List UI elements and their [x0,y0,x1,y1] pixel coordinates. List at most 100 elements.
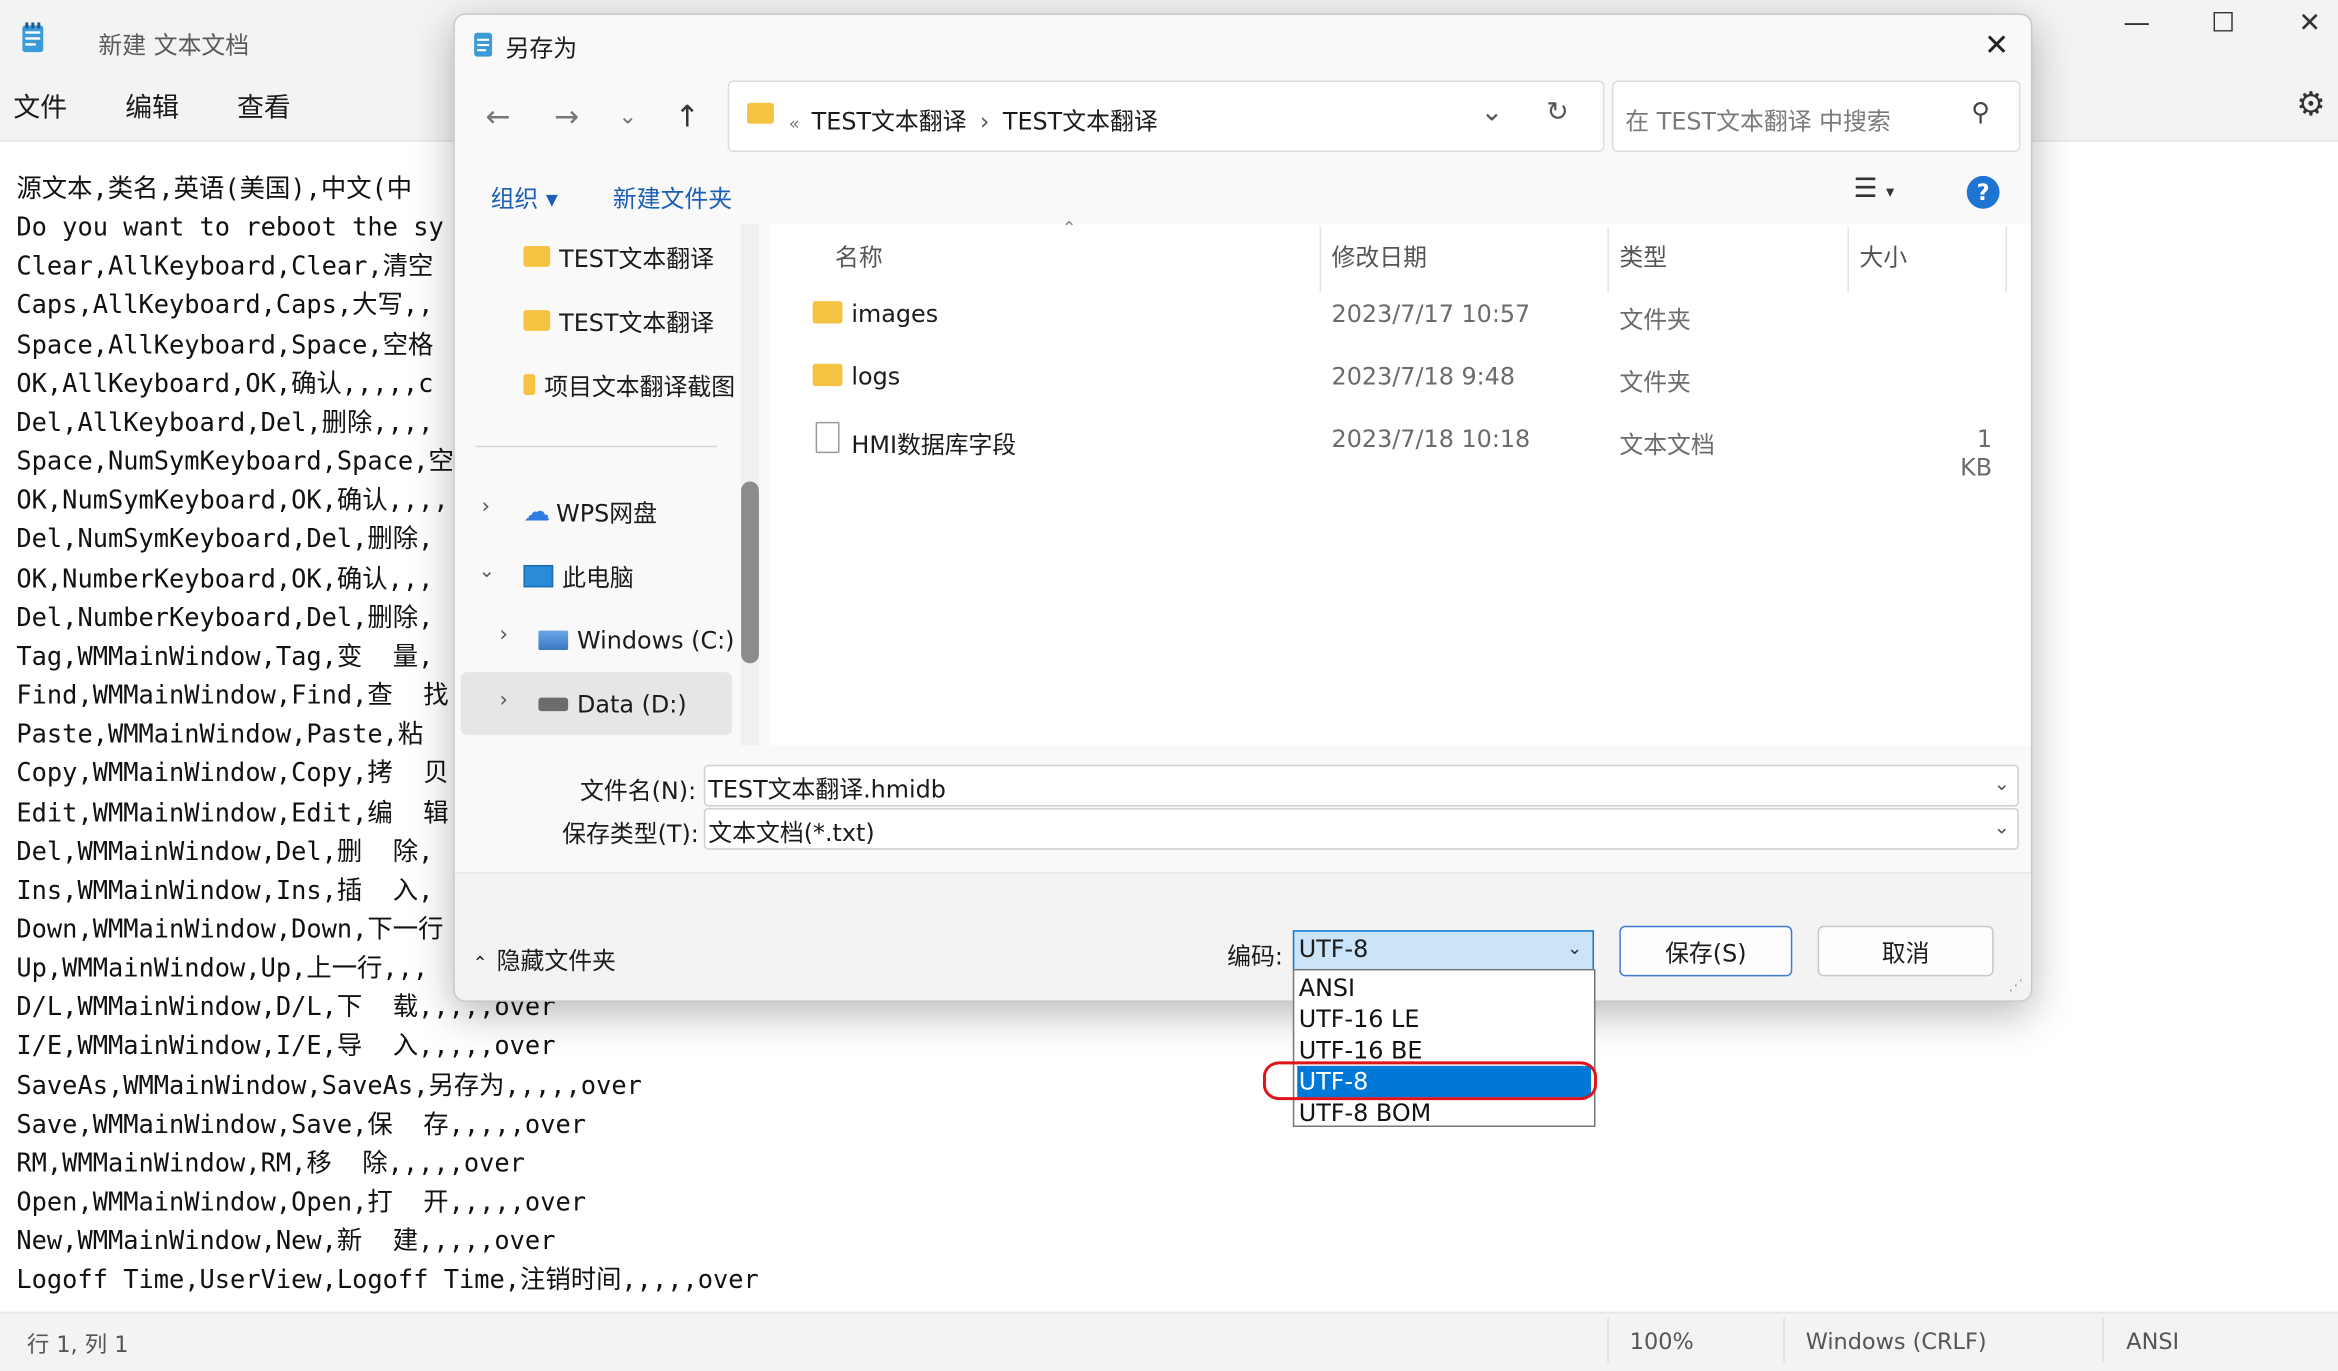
nav-item-label: 此电脑 [562,563,634,592]
save-button[interactable]: 保存(S) [1619,925,1793,977]
monitor-icon [523,564,554,587]
file-size: 1 KB [1960,424,1993,482]
file-type: 文件夹 [1619,305,1691,334]
chevron-down-icon[interactable]: ⌄ [1567,938,1582,959]
status-bar [0,1311,2338,1371]
zoom-level: 100% [1629,1328,1694,1356]
column-divider [1319,226,1322,293]
breadcrumb: « TEST文本翻译 › TEST文本翻译 [789,101,1158,137]
nav-item-folder[interactable]: 项目文本翻译截图 [523,355,735,415]
text-line: New,WMMainWindow,New,新 建,,,,,over [16,1227,556,1257]
cancel-button[interactable]: 取消 [1817,925,1994,977]
organize-button[interactable]: 组织 ▾ [491,179,558,215]
text-line: Open,WMMainWindow,Open,打 开,,,,,over [16,1188,587,1218]
status-divider [2102,1317,2104,1363]
status-divider [1607,1317,1609,1363]
text-line: Save,WMMainWindow,Save,保 存,,,,,over [16,1110,587,1141]
file-row[interactable]: logs 2023/7/18 9:48 文件夹 [769,349,2004,409]
folder-icon [747,102,774,124]
encoding-option-utf8-bom[interactable]: UTF-8 BOM [1297,1097,1591,1128]
expand-chevron-icon[interactable]: › [500,689,508,713]
nav-divider [475,445,718,448]
folder-icon [812,363,843,387]
filetype-select[interactable]: 文本文档(*.txt) ⌄ [703,807,2019,850]
hide-folders-toggle[interactable]: ⌃ 隐藏文件夹 [473,941,616,977]
encoding-value: UTF-8 [1298,934,1369,963]
search-box[interactable]: 在 TEST文本翻译 中搜索 ⚲ [1611,80,2021,153]
nav-item-label: Data (D:) [577,689,687,718]
search-icon[interactable]: ⚲ [1971,98,1990,128]
filename-field[interactable]: TEST文本翻译.hmidb ⌄ [703,764,2019,807]
encoding-option-ansi[interactable]: ANSI [1297,972,1591,1003]
close-window-icon[interactable]: ✕ [2266,0,2338,45]
new-folder-button[interactable]: 新建文件夹 [613,179,732,215]
settings-gear-icon[interactable]: ⚙ [2296,86,2325,123]
nav-item-folder[interactable]: TEST文本翻译 [523,291,800,351]
maximize-icon[interactable]: ☐ [2180,0,2266,45]
notepad-app-icon [22,22,44,53]
address-history-chevron-icon[interactable]: ⌄ [1481,97,1504,128]
up-arrow-icon[interactable]: ↑ [670,98,706,134]
hide-folders-label: 隐藏文件夹 [496,946,616,975]
encoding-dropdown-list: ANSI UTF-16 LE UTF-16 BE UTF-8 UTF-8 BOM [1292,968,1596,1128]
close-icon[interactable]: ✕ [1973,24,2021,66]
expand-chevron-icon[interactable]: › [500,623,508,647]
file-type: 文件夹 [1619,368,1691,397]
column-header-type[interactable]: 类型 [1619,237,1667,273]
breadcrumb-item[interactable]: TEST文本翻译 [812,107,967,135]
nav-item-folder[interactable]: TEST文本翻译 [523,227,800,287]
chevron-down-icon[interactable]: ⌄ [1994,817,2010,839]
dialog-notepad-icon [474,32,493,57]
nav-item-label: TEST文本翻译 [559,244,714,273]
resize-grip-icon[interactable]: ⋰ [2009,978,2024,994]
column-header-size[interactable]: 大小 [1859,237,1907,273]
windows-drive-icon [538,629,569,650]
menu-file[interactable]: 文件 [13,86,67,125]
nav-item-wps-cloud[interactable]: ☁ WPS网盘 [523,481,800,541]
expand-chevron-icon[interactable]: › [482,495,490,519]
nav-item-this-pc[interactable]: 此电脑 [523,546,800,606]
column-header-name[interactable]: 名称 [835,237,883,273]
filetype-value: 文本文档(*.txt) [708,818,875,847]
recent-chevron-down-icon[interactable]: ⌄ [610,103,646,130]
line-ending: Windows (CRLF) [1805,1328,1987,1356]
window-title: 新建 文本文档 [98,31,250,60]
encoding-select[interactable]: UTF-8 ⌄ [1292,930,1594,972]
breadcrumb-item[interactable]: TEST文本翻译 [1003,107,1158,135]
file-row[interactable]: HMI数据库字段 2023/7/18 10:18 文本文档 1 KB [769,411,2004,481]
collapse-chevron-icon[interactable]: ⌄ [479,561,495,583]
folder-icon [523,245,551,267]
chevron-up-icon: ⌃ [472,952,488,974]
file-date: 2023/7/17 10:57 [1331,299,1531,328]
text-line: I/E,WMMainWindow,I/E,导 入,,,,,over [16,1032,556,1063]
nav-item-label: TEST文本翻译 [559,308,714,337]
file-encoding: ANSI [2126,1328,2180,1356]
breadcrumb-overflow-icon[interactable]: « [789,113,800,134]
column-header-date[interactable]: 修改日期 [1332,237,1427,273]
file-date: 2023/7/18 9:48 [1331,362,1516,391]
folder-icon [523,310,551,331]
file-row[interactable]: images 2023/7/17 10:57 文件夹 [769,286,2004,346]
minimize-icon[interactable]: — [2094,0,2180,45]
help-icon[interactable]: ? [1966,175,2000,209]
search-input[interactable]: 在 TEST文本翻译 中搜索 [1625,101,1890,137]
file-name: images [851,299,939,328]
menu-view[interactable]: 查看 [237,86,291,125]
back-arrow-icon[interactable]: ← [480,98,516,134]
nav-item-label: Windows (C:) [577,625,735,654]
save-as-dialog: 另存为 ✕ ← → ⌄ ↑ « TEST文本翻译 › TEST文本翻译 ⌄ ↻ 在 T… [453,13,2033,1002]
cursor-position: 行 1, 列 1 [26,1331,129,1359]
forward-arrow-icon[interactable]: → [549,98,585,134]
menu-edit[interactable]: 编辑 [125,86,179,125]
cloud-icon: ☁ [523,495,551,527]
refresh-icon[interactable]: ↻ [1546,97,1569,128]
chevron-down-icon[interactable]: ⌄ [1994,774,2010,796]
nav-scrollbar-thumb[interactable] [741,481,759,664]
filetype-label: 保存类型(T): [562,819,699,849]
file-name: logs [851,362,901,391]
view-options-icon[interactable]: ☰ ▾ [1853,173,1894,204]
address-bar[interactable]: « TEST文本翻译 › TEST文本翻译 ⌄ ↻ [727,80,1605,153]
encoding-option-utf16le[interactable]: UTF-16 LE [1297,1003,1591,1034]
encoding-label: 编码: [1227,942,1283,971]
filename-input[interactable]: TEST文本翻译.hmidb [708,769,946,805]
